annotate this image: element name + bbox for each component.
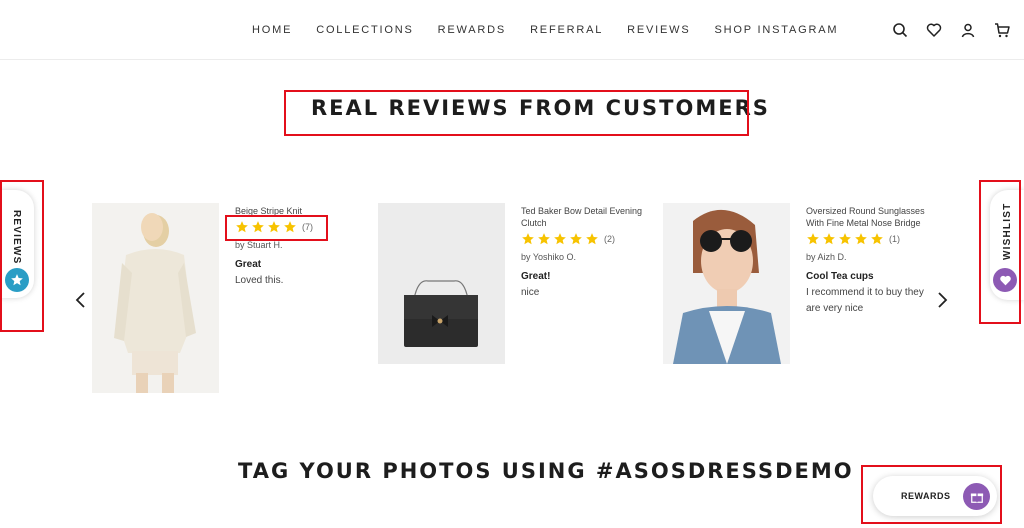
review-count[interactable]: (2) (604, 234, 615, 244)
instagram-section-title: TAG YOUR PHOTOS USING #ASOSDRESSDEMO (238, 459, 854, 483)
review-title: Cool Tea cups (806, 271, 874, 282)
chevron-right-icon[interactable] (934, 288, 950, 312)
review-body: I recommend it to buy they are very nice (806, 287, 924, 314)
nav-collections[interactable]: COLLECTIONS (316, 24, 413, 36)
star-rating: (7) (235, 220, 313, 234)
search-icon[interactable] (892, 22, 908, 38)
wishlist-side-tab[interactable]: WISHLIST (990, 190, 1024, 300)
heart-icon[interactable] (926, 22, 942, 38)
rewards-button-label: REWARDS (901, 491, 951, 501)
review-body: Loved this. (235, 275, 284, 286)
star-icon (553, 232, 567, 246)
gift-icon (963, 483, 990, 510)
reviews-section-title: REAL REVIEWS FROM CUSTOMERS (311, 96, 770, 120)
nav-links: HOME COLLECTIONS REWARDS REFERRAL REVIEW… (252, 24, 862, 36)
product-image[interactable] (92, 203, 219, 393)
nav-icons (892, 22, 1010, 38)
reviews-tab-label: REVIEWS (11, 210, 22, 265)
product-image[interactable] (378, 203, 505, 364)
nav-reviews[interactable]: REVIEWS (627, 24, 690, 36)
star-rating: (2) (521, 232, 615, 246)
review-author: by Yoshiko O. (521, 252, 577, 262)
review-count[interactable]: (1) (889, 234, 900, 244)
product-name[interactable]: Beige Stripe Knit (235, 205, 345, 217)
wishlist-tab-label: WISHLIST (1002, 202, 1013, 260)
star-icon (585, 232, 599, 246)
product-name[interactable]: Oversized Round Sunglasses With Fine Met… (806, 205, 934, 229)
star-icon (870, 232, 884, 246)
review-title: Great (235, 259, 262, 270)
star-icon (806, 232, 820, 246)
star-icon (267, 220, 281, 234)
product-image[interactable] (663, 203, 790, 364)
user-icon[interactable] (960, 22, 976, 38)
nav-shop-instagram[interactable]: SHOP INSTAGRAM (715, 24, 839, 36)
product-name[interactable]: Ted Baker Bow Detail Evening Clutch (521, 205, 651, 229)
top-nav: HOME COLLECTIONS REWARDS REFERRAL REVIEW… (0, 0, 1024, 60)
chevron-left-icon[interactable] (73, 288, 89, 312)
nav-home[interactable]: HOME (252, 24, 292, 36)
star-icon (5, 268, 29, 292)
review-title: Great! (521, 271, 551, 282)
star-icon (854, 232, 868, 246)
cart-icon[interactable] (994, 22, 1010, 38)
review-count[interactable]: (7) (302, 222, 313, 232)
review-author: by Aizh D. (806, 252, 847, 262)
star-icon (283, 220, 297, 234)
rewards-button[interactable]: REWARDS (873, 476, 997, 516)
star-icon (822, 232, 836, 246)
reviews-side-tab[interactable]: REVIEWS (0, 190, 34, 298)
star-rating: (1) (806, 232, 900, 246)
star-icon (569, 232, 583, 246)
review-author: by Stuart H. (235, 240, 283, 250)
heart-icon (993, 268, 1017, 292)
star-icon (251, 220, 265, 234)
nav-referral[interactable]: REFERRAL (530, 24, 603, 36)
star-icon (235, 220, 249, 234)
star-icon (838, 232, 852, 246)
nav-rewards[interactable]: REWARDS (438, 24, 506, 36)
review-body: nice (521, 287, 540, 298)
star-icon (537, 232, 551, 246)
star-icon (521, 232, 535, 246)
